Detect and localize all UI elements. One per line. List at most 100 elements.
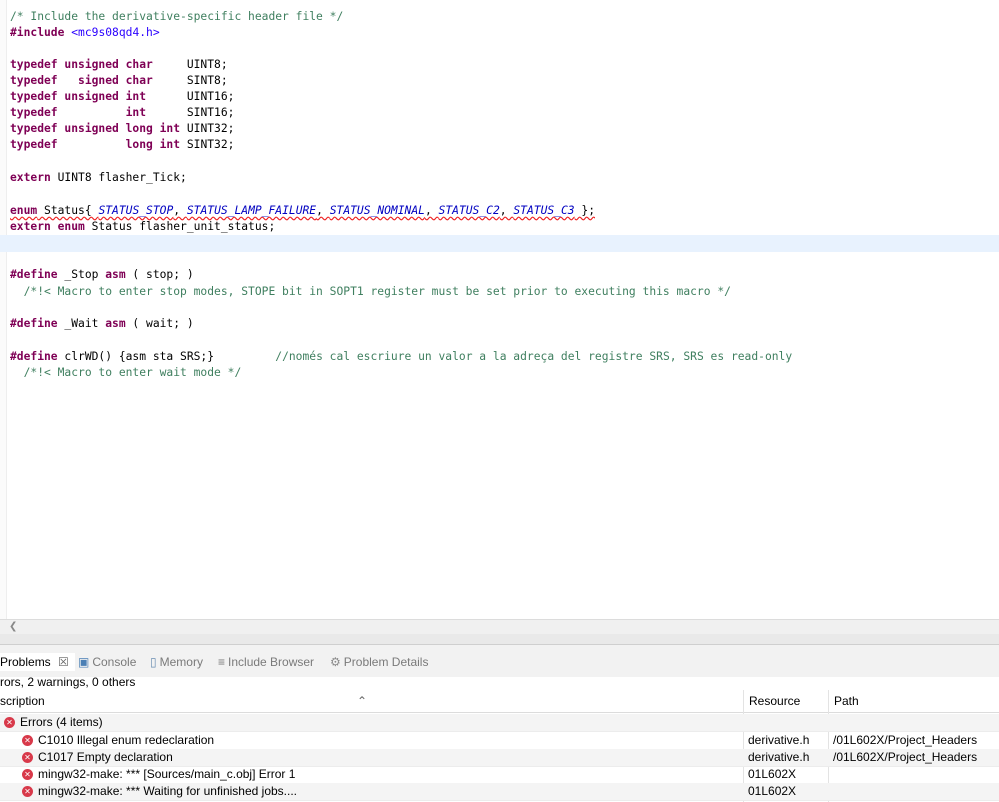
problem-description: mingw32-make: *** Waiting for unfinished…	[38, 784, 298, 798]
enum-constant: STATUS_NOMINAL	[329, 204, 425, 217]
code-text: clrWD() {asm sta SRS;}	[57, 350, 215, 363]
code-text: Status{	[37, 204, 99, 217]
problem-resource: 01L602X	[748, 767, 797, 781]
tab-label: Include Browser	[228, 655, 315, 669]
code-text: SINT8;	[152, 74, 228, 87]
scroll-left-icon[interactable]: ❮	[9, 620, 17, 634]
problem-details-icon: ⚙	[330, 655, 341, 669]
code-line-9: extern UINT8 flasher_Tick;	[10, 170, 187, 186]
tab-label: Problems	[0, 655, 51, 669]
table-header: ⌃ scription Resource Path	[0, 690, 999, 713]
tab-label: Problem Details	[343, 655, 429, 669]
code-text: UINT8 flasher_Tick;	[50, 171, 187, 184]
keyword: typedef unsigned long int	[10, 122, 181, 135]
table-row[interactable]: ✕ mingw32-make: *** [Sources/main_c.obj]…	[0, 766, 999, 784]
column-header-description[interactable]: scription	[0, 690, 45, 712]
code-line-15: #define clrWD() {asm sta SRS;} //només c…	[10, 349, 792, 365]
code-line-11: extern enum Status flasher_unit_status;	[10, 219, 275, 235]
keyword: int	[125, 106, 147, 119]
tab-include-browser[interactable]: ≡ Include Browser	[218, 653, 314, 671]
keyword: typedef unsigned int	[10, 90, 147, 103]
code-text: SINT16;	[146, 106, 235, 119]
code-line-4: typedef signed char SINT8;	[10, 73, 228, 89]
table-row[interactable]: ✕ C1017 Empty declaration derivative.h /…	[0, 749, 999, 767]
tab-problems[interactable]: Problems ☒	[0, 653, 75, 671]
include-browser-icon: ≡	[218, 655, 226, 669]
horizontal-scrollbar[interactable]: ❮	[0, 619, 999, 634]
column-header-path[interactable]: Path	[834, 690, 859, 712]
code-line-14: #define _Wait asm ( wait; )	[10, 316, 194, 332]
keyword: #define	[10, 317, 58, 330]
code-text: SINT32;	[180, 138, 235, 151]
error-icon: ✕	[22, 786, 33, 797]
problem-resource: derivative.h	[748, 750, 810, 764]
problem-description: C1017 Empty declaration	[38, 750, 173, 764]
sort-caret-icon[interactable]: ⌃	[357, 690, 367, 712]
keyword: asm	[105, 317, 126, 330]
code-editor[interactable]: /* Include the derivative-specific heade…	[0, 0, 999, 620]
current-line-highlight	[0, 235, 999, 252]
tab-memory[interactable]: ▯ Memory	[150, 653, 203, 671]
include-directive: #include	[10, 26, 65, 39]
keyword: typedef	[10, 106, 58, 119]
group-label: Errors (4 items)	[20, 715, 103, 729]
table-row[interactable]: ✕ mingw32-make: *** Waiting for unfinish…	[0, 783, 999, 801]
sash[interactable]	[0, 634, 999, 644]
keyword: signed char	[78, 74, 153, 87]
code-line-13: /*!< Macro to enter stop modes, STOPE bi…	[10, 285, 731, 298]
enum-constant: STATUS_C2	[438, 204, 500, 217]
code-line-1: /* Include the derivative-specific heade…	[10, 10, 344, 23]
keyword: typedef	[10, 138, 58, 151]
code-text: Status flasher_unit_status;	[84, 220, 276, 233]
tab-label: Memory	[159, 655, 203, 669]
error-group-row[interactable]: ✕ Errors (4 items)	[0, 714, 999, 732]
code-text: UINT8;	[152, 58, 228, 71]
code-line-16: /*!< Macro to enter wait mode */	[10, 366, 242, 379]
enum-constant: STATUS_STOP	[98, 204, 174, 217]
code-text: _Stop	[57, 268, 106, 281]
code-text: UINT16;	[146, 90, 235, 103]
close-icon[interactable]: ☒	[58, 655, 69, 669]
code-line-3: typedef unsigned char UINT8;	[10, 57, 228, 73]
line-comment: //només cal escriure un valor a la adreç…	[275, 350, 793, 363]
code-text: UINT32;	[180, 122, 235, 135]
table-row[interactable]: ✕ C1010 Illegal enum redeclaration deriv…	[0, 732, 999, 750]
code-text: _Wait	[57, 317, 106, 330]
keyword: #define	[10, 350, 58, 363]
code-text: };	[574, 204, 595, 217]
problems-panel: Problems ☒ ▣ Console ▯ Memory ≡ Include Bro…	[0, 644, 999, 802]
problem-path: /01L602X/Project_Headers	[833, 733, 978, 747]
error-icon: ✕	[4, 717, 15, 728]
keyword: typedef unsigned char	[10, 58, 153, 71]
keyword: long int	[125, 138, 181, 151]
tab-problem-details[interactable]: ⚙ Problem Details	[330, 653, 428, 671]
problem-path: /01L602X/Project_Headers	[833, 750, 978, 764]
code-line-6: typedef int SINT16;	[10, 105, 234, 121]
tab-label: Console	[92, 655, 137, 669]
memory-icon: ▯	[150, 655, 157, 669]
code-line-8: typedef long int SINT32;	[10, 137, 234, 153]
problem-description: C1010 Illegal enum redeclaration	[38, 733, 215, 747]
code-text: ( stop; )	[125, 268, 194, 281]
keyword: extern enum	[10, 220, 85, 233]
editor-margin	[0, 0, 7, 620]
keyword: enum	[10, 204, 38, 217]
tab-console[interactable]: ▣ Console	[78, 653, 136, 671]
enum-constant: STATUS_LAMP_FAILURE	[186, 204, 317, 217]
include-file: <mc9s08qd4.h>	[71, 26, 160, 39]
problem-resource: derivative.h	[748, 733, 810, 747]
enum-constant: STATUS_C3	[513, 204, 575, 217]
code-text: ( wait; )	[125, 317, 194, 330]
error-icon: ✕	[22, 769, 33, 780]
problem-resource: 01L602X	[748, 784, 797, 798]
view-tab-bar: Problems ☒ ▣ Console ▯ Memory ≡ Include Bro…	[0, 644, 999, 677]
console-icon: ▣	[78, 655, 90, 669]
keyword: asm	[105, 268, 126, 281]
keyword: #define	[10, 268, 58, 281]
code-line-12: #define _Stop asm ( stop; )	[10, 267, 194, 283]
problems-summary: rors, 2 warnings, 0 others	[0, 675, 136, 689]
error-icon: ✕	[22, 752, 33, 763]
error-icon: ✕	[22, 735, 33, 746]
column-header-resource[interactable]: Resource	[749, 690, 800, 712]
keyword: extern	[10, 171, 51, 184]
